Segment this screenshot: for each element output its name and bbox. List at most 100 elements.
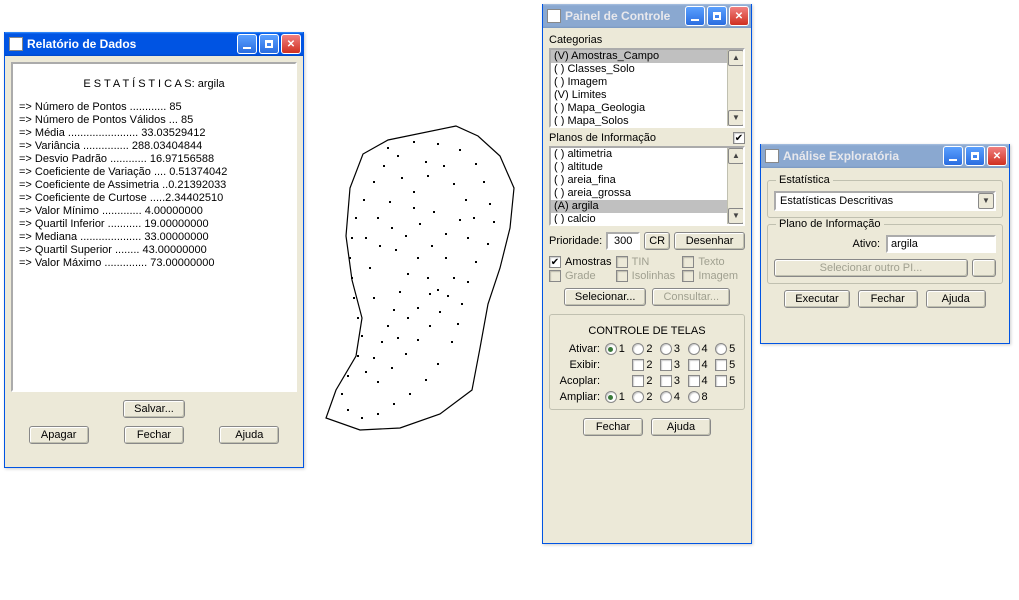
minimize-button[interactable] (943, 146, 963, 166)
close-button[interactable] (281, 34, 301, 54)
stat-line: => Valor Mínimo ............. 4.00000000 (19, 205, 289, 218)
draw-button[interactable]: Desenhar (674, 232, 745, 250)
radio[interactable] (605, 343, 617, 355)
list-item[interactable]: ( ) calcio (551, 213, 727, 226)
radio[interactable] (715, 343, 727, 355)
row-label: Ampliar: (556, 391, 600, 403)
radio[interactable] (660, 343, 672, 355)
scrollbar[interactable]: ▲ ▼ (727, 148, 743, 224)
scroll-down-icon[interactable]: ▼ (728, 208, 744, 224)
list-item[interactable]: ( ) altitude (551, 161, 727, 174)
maximize-button[interactable] (965, 146, 985, 166)
list-item[interactable]: (V) Limites (551, 89, 727, 102)
list-item[interactable]: ( ) Classes_Solo (551, 63, 727, 76)
list-item[interactable]: ( ) Mapa_Geologia (551, 102, 727, 115)
stat-group: Estatística Estatísticas Descritivas ▼ (767, 180, 1003, 218)
checkbox[interactable] (660, 359, 672, 371)
analysis-titlebar[interactable]: Análise Exploratória (761, 144, 1009, 168)
row-label: Exibir: (556, 359, 600, 371)
radio[interactable] (688, 391, 700, 403)
maximize-button[interactable] (707, 6, 727, 26)
app-icon (547, 9, 561, 23)
help-button[interactable]: Ajuda (651, 418, 711, 436)
checkbox[interactable] (715, 375, 727, 387)
stat-line: => Coeficiente de Assimetria ..0.2139203… (19, 179, 289, 192)
map-view[interactable] (318, 118, 528, 443)
row-label: Acoplar: (556, 375, 600, 387)
minimize-button[interactable] (237, 34, 257, 54)
radio[interactable] (688, 343, 700, 355)
list-item[interactable]: ( ) areia_grossa (551, 187, 727, 200)
chevron-down-icon[interactable]: ▼ (978, 193, 994, 209)
help-button[interactable]: Ajuda (926, 290, 986, 308)
execute-button[interactable]: Executar (784, 290, 849, 308)
control-title: Painel de Controle (565, 9, 685, 23)
scroll-up-icon[interactable]: ▲ (728, 50, 744, 66)
radio[interactable] (605, 391, 617, 403)
app-icon (765, 149, 779, 163)
isolinhas-checkbox: Isolinhas (616, 270, 679, 282)
plano-toggle-checkbox[interactable]: ✔ (733, 132, 745, 144)
stat-line: => Desvio Padrão ............ 16.9715658… (19, 153, 289, 166)
screens-group: CONTROLE DE TELAS Ativar:12345Exibir:234… (549, 314, 745, 410)
ativo-field: argila (886, 235, 996, 253)
report-titlebar[interactable]: Relatório de Dados (5, 32, 303, 56)
close-button[interactable]: Fechar (583, 418, 643, 436)
list-item[interactable]: (A) argila (551, 200, 727, 213)
priority-input[interactable]: 300 (606, 232, 640, 250)
radio[interactable] (660, 391, 672, 403)
select-button[interactable]: Selecionar... (564, 288, 647, 306)
stat-combo[interactable]: Estatísticas Descritivas ▼ (774, 191, 996, 211)
scroll-up-icon[interactable]: ▲ (728, 148, 744, 164)
list-item[interactable]: ( ) Mapa_Solos (551, 115, 727, 128)
categories-label: Categorias (549, 34, 745, 46)
pi-extra-button (972, 259, 996, 277)
list-item[interactable]: ( ) altimetria (551, 148, 727, 161)
close-button[interactable] (987, 146, 1007, 166)
grade-checkbox: Grade (549, 270, 612, 282)
select-other-pi-button: Selecionar outro PI... (774, 259, 968, 277)
minimize-button[interactable] (685, 6, 705, 26)
stats-header: E S T A T Í S T I C A S: argila (19, 70, 289, 101)
checkbox[interactable] (632, 359, 644, 371)
close-button[interactable]: Fechar (124, 426, 184, 444)
checkbox[interactable] (632, 375, 644, 387)
delete-button[interactable]: Apagar (29, 426, 89, 444)
screens-title: CONTROLE DE TELAS (556, 325, 738, 337)
stat-line: => Variância ............... 288.0340484… (19, 140, 289, 153)
stat-line: => Número de Pontos Válidos ... 85 (19, 114, 289, 127)
checkbox[interactable] (660, 375, 672, 387)
scrollbar[interactable]: ▲ ▼ (727, 50, 743, 126)
close-button[interactable] (729, 6, 749, 26)
checkbox[interactable] (715, 359, 727, 371)
control-titlebar[interactable]: Painel de Controle (543, 4, 751, 28)
planos-list[interactable]: ( ) altimetria( ) altitude( ) areia_fina… (549, 146, 745, 226)
cr-button[interactable]: CR (644, 232, 670, 250)
amostras-checkbox[interactable]: ✔Amostras (549, 256, 612, 268)
close-button[interactable]: Fechar (858, 290, 918, 308)
checkbox[interactable] (688, 375, 700, 387)
help-button[interactable]: Ajuda (219, 426, 279, 444)
stat-line: => Coeficiente de Variação .... 0.513740… (19, 166, 289, 179)
report-title: Relatório de Dados (27, 37, 237, 51)
list-item[interactable]: ( ) Imagem (551, 76, 727, 89)
radio[interactable] (632, 391, 644, 403)
stat-line: => Mediana .................... 33.00000… (19, 231, 289, 244)
consult-button: Consultar... (652, 288, 730, 306)
save-button[interactable]: Salvar... (123, 400, 185, 418)
checkbox[interactable] (688, 359, 700, 371)
report-textarea[interactable]: E S T A T Í S T I C A S: argila => Númer… (11, 62, 297, 392)
categories-list[interactable]: (V) Amostras_Campo( ) Classes_Solo( ) Im… (549, 48, 745, 128)
maximize-button[interactable] (259, 34, 279, 54)
radio[interactable] (632, 343, 644, 355)
control-window: Painel de Controle Categorias (V) Amostr… (542, 4, 752, 544)
stat-line: => Média ....................... 33.0352… (19, 127, 289, 140)
list-item[interactable]: ( ) areia_fina (551, 174, 727, 187)
list-item[interactable]: (V) Amostras_Campo (551, 50, 727, 63)
report-window: Relatório de Dados E S T A T Í S T I C A… (4, 32, 304, 468)
stat-line: => Coeficiente de Curtose .....2.3440251… (19, 192, 289, 205)
imagem-checkbox: Imagem (682, 270, 745, 282)
scroll-down-icon[interactable]: ▼ (728, 110, 744, 126)
row-label: Ativar: (556, 343, 600, 355)
stat-line: => Número de Pontos ............ 85 (19, 101, 289, 114)
